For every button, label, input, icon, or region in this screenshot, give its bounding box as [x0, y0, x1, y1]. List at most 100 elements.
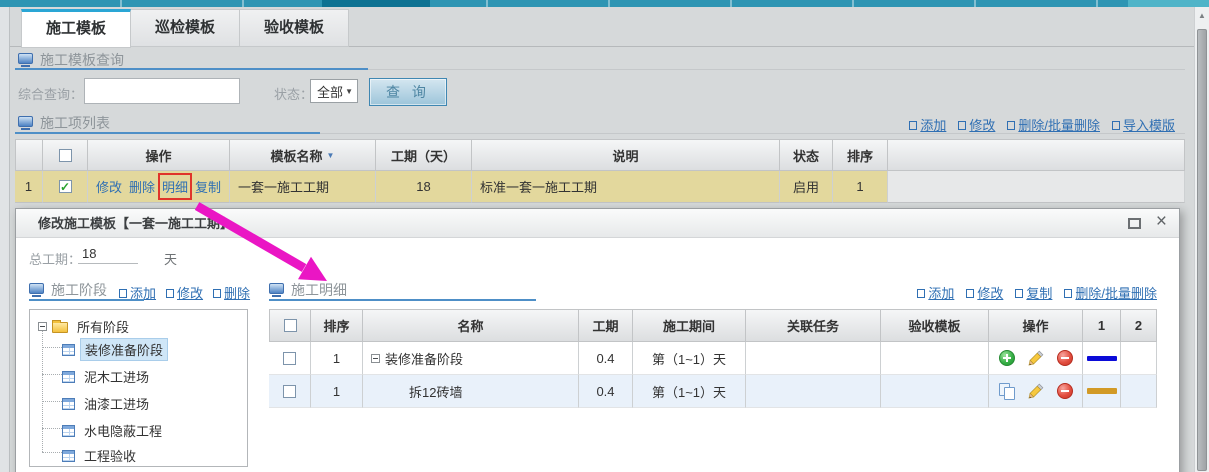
link-box-icon	[958, 121, 966, 130]
detail-add-link[interactable]: 添加	[917, 283, 954, 302]
detail-row-task	[746, 342, 881, 375]
search-button[interactable]: 查 询	[369, 78, 447, 106]
list-section-header: 施工项列表	[18, 113, 110, 133]
detail-row-duration: 0.4	[579, 375, 633, 408]
detail-row-checkbox-cell	[269, 375, 311, 408]
detail-header-name: 名称	[363, 309, 579, 342]
left-edge-strip	[0, 7, 10, 472]
detail-header-order: 排序	[311, 309, 363, 342]
stages-section-title: 施工阶段	[51, 280, 107, 300]
row-checkbox-checked[interactable]: ✓	[59, 180, 72, 193]
tab-acceptance-template[interactable]: 验收模板	[240, 9, 349, 47]
copy-icon[interactable]	[999, 383, 1015, 399]
tree-root-label: 所有阶段	[73, 316, 133, 337]
detail-row-name-cell: 装修准备阶段	[363, 342, 579, 375]
query-section-title: 施工模板查询	[40, 50, 124, 70]
row-copy-link[interactable]: 复制	[195, 177, 221, 196]
table-icon	[62, 371, 75, 383]
details-section-title: 施工明细	[291, 280, 347, 300]
import-template-link[interactable]: 导入模版	[1112, 115, 1175, 134]
edit-template-dialog: 修改施工模板【一套一施工工期】 × 总工期： 天 施工阶段 添加 修改 删除	[15, 208, 1180, 472]
tree-node-stage-5[interactable]: 工程验收	[62, 445, 140, 466]
detail-header-day1: 1	[1083, 309, 1121, 342]
edit-link[interactable]: 修改	[958, 115, 995, 134]
detail-header-period: 施工期间	[633, 309, 746, 342]
list-toolbar: 添加 修改 删除/批量删除 导入模版	[909, 115, 1175, 134]
detail-select-all-checkbox[interactable]	[284, 319, 297, 332]
row-checkbox-cell: ✓	[43, 171, 88, 203]
tab-inspection-template[interactable]: 巡检模板	[131, 9, 240, 47]
remove-icon[interactable]	[1057, 350, 1073, 366]
monitor-icon	[269, 283, 284, 294]
monitor-icon	[18, 53, 33, 64]
select-all-checkbox[interactable]	[59, 149, 72, 162]
close-icon[interactable]: ×	[1156, 211, 1167, 233]
tree-node-label: 工程验收	[80, 445, 140, 466]
details-section-header: 施工明细	[269, 280, 347, 300]
detail-header-accept-template: 验收模板	[881, 309, 989, 342]
tree-node-stage-2[interactable]: 泥木工进场	[62, 366, 153, 387]
remove-icon[interactable]	[1057, 383, 1073, 399]
tree-connector	[42, 428, 62, 429]
total-duration-input[interactable]	[78, 246, 138, 264]
stage-delete-link[interactable]: 删除	[213, 283, 250, 302]
vertical-scrollbar: ▲	[1194, 7, 1209, 472]
detail-row-checkbox[interactable]	[283, 352, 296, 365]
row-delete-link[interactable]: 删除	[129, 177, 155, 196]
stage-edit-link[interactable]: 修改	[166, 283, 203, 302]
tree-node-label: 装修准备阶段	[80, 338, 168, 361]
link-box-icon	[917, 289, 925, 298]
detail-row-accept	[881, 342, 989, 375]
collapse-icon[interactable]	[371, 354, 380, 363]
scrollbar-thumb[interactable]	[1197, 29, 1207, 471]
keyword-input[interactable]	[84, 78, 240, 104]
detail-row-task	[746, 375, 881, 408]
detail-copy-link[interactable]: 复制	[1015, 283, 1052, 302]
header-order: 排序	[833, 139, 888, 171]
detail-edit-link[interactable]: 修改	[966, 283, 1003, 302]
row-edit-link[interactable]: 修改	[96, 177, 122, 196]
link-box-icon	[119, 289, 127, 298]
detail-row-checkbox-cell	[269, 342, 311, 375]
maximize-icon[interactable]	[1128, 218, 1141, 229]
link-box-icon	[1064, 289, 1072, 298]
detail-delete-batch-link[interactable]: 删除/批量删除	[1064, 283, 1157, 302]
collapse-icon[interactable]	[38, 322, 47, 331]
tree-node-stage-4[interactable]: 水电隐蔽工程	[62, 420, 166, 441]
monitor-icon	[18, 116, 33, 127]
table-icon	[62, 450, 75, 462]
tree-node-label: 油漆工进场	[80, 393, 153, 414]
header-duration: 工期（天）	[376, 139, 472, 171]
detail-row-checkbox[interactable]	[283, 385, 296, 398]
link-box-icon	[1015, 289, 1023, 298]
page: 施工模板 巡检模板 验收模板 施工模板查询 综合查询： 状态： 全部 ▼ 查 询…	[0, 0, 1209, 472]
details-section-underline	[269, 299, 536, 301]
status-label: 状态：	[274, 84, 313, 103]
edit-pencil-icon[interactable]	[1028, 350, 1044, 366]
add-icon[interactable]	[999, 350, 1015, 366]
query-section-underline	[15, 68, 368, 70]
top-menu-band	[0, 0, 1209, 7]
monitor-icon	[29, 283, 44, 294]
edit-pencil-icon[interactable]	[1028, 383, 1044, 399]
header-filler	[888, 139, 1185, 171]
tree-root-all-stages[interactable]: 所有阶段	[38, 316, 133, 337]
tree-node-stage-1[interactable]: 装修准备阶段	[62, 338, 168, 361]
tab-construction-template[interactable]: 施工模板	[21, 9, 131, 48]
scroll-up-icon[interactable]: ▲	[1195, 11, 1209, 20]
table-icon	[62, 425, 75, 437]
header-template-name[interactable]: 模板名称▼	[230, 139, 376, 171]
detail-row-operations	[989, 342, 1083, 375]
tree-connector	[42, 401, 62, 402]
header-operation: 操作	[88, 139, 230, 171]
detail-header-operation: 操作	[989, 309, 1083, 342]
tree-connector	[42, 452, 62, 453]
tree-node-stage-3[interactable]: 油漆工进场	[62, 393, 153, 414]
row-detail-link[interactable]: 明细	[162, 177, 188, 196]
add-link[interactable]: 添加	[909, 115, 946, 134]
delete-batch-delete-link[interactable]: 删除/批量删除	[1007, 115, 1100, 134]
chevron-down-icon: ▼	[345, 87, 353, 96]
list-section-title: 施工项列表	[40, 113, 110, 133]
header-status: 状态	[780, 139, 833, 171]
status-select[interactable]: 全部 ▼	[310, 79, 358, 103]
